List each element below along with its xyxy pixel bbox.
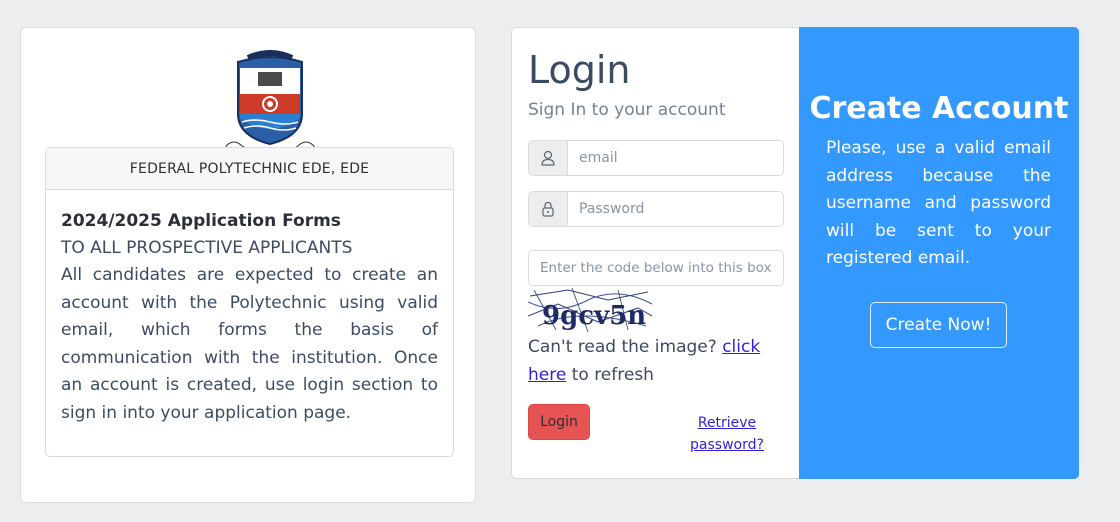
captcha-code-input[interactable] [528,250,784,286]
captcha-text: 9gcv5n [542,301,646,331]
application-instructions: All candidates are expected to create an… [61,265,438,423]
password-input-group [528,191,784,227]
create-account-text: Please, use a valid email address becaus… [826,138,1051,269]
create-account-panel: Create Account Please, use a valid email… [799,27,1079,479]
cant-read-text: Can't read the image? [528,337,717,357]
create-now-button[interactable]: Create Now! [870,302,1007,348]
lock-icon [529,192,568,226]
password-input[interactable] [568,192,783,226]
captcha-refresh-text: Can't read the image? click here to refr… [528,334,788,389]
login-subtitle: Sign In to your account [528,100,726,120]
application-info-panel: FEDERAL POLYTECHNIC EDE, EDE 2024/2025 A… [45,147,454,457]
captcha-image: 9gcv5n [528,286,652,334]
info-card: FEDERAL POLYTECHNIC EDE, EDE 2024/2025 A… [20,27,476,503]
create-account-title: Create Account [809,91,1069,126]
institution-name: FEDERAL POLYTECHNIC EDE, EDE [46,148,453,190]
login-title: Login [528,48,631,92]
login-panel: Login Sign In to your account email Ente… [511,27,800,479]
email-input[interactable] [568,141,783,175]
application-title: 2024/2025 Application Forms [61,211,341,231]
retrieve-password-link[interactable]: Retrieve password? [682,412,772,456]
login-button[interactable]: Login [528,404,590,440]
user-icon [529,141,568,175]
to-refresh-text: to refresh [571,364,654,385]
email-input-group [528,140,784,176]
application-subtitle: TO ALL PROSPECTIVE APPLICANTS [61,238,353,258]
